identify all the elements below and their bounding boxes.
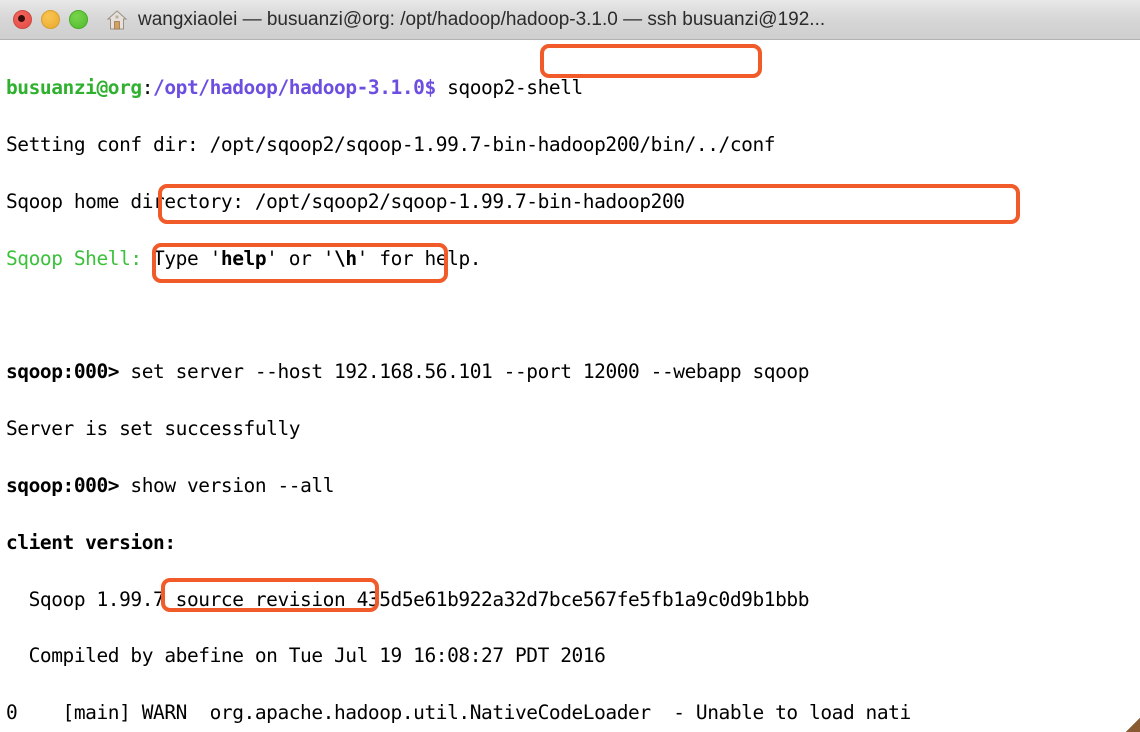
- terminal-window: wangxiaolei — busuanzi@org: /opt/hadoop/…: [0, 0, 1140, 732]
- command-sqoop2-shell: sqoop2-shell: [447, 76, 583, 100]
- terminal-line-7: Server is set successfully: [6, 417, 301, 441]
- minimize-button[interactable]: [41, 10, 60, 29]
- prompt-user-host: busuanzi@org: [6, 76, 142, 100]
- highlight-show-version: [152, 243, 448, 283]
- sqoop-prompt-1: sqoop:000>: [6, 360, 131, 384]
- terminal-blank-line-1: [6, 302, 1140, 330]
- terminal-line-show-version: sqoop:000> show version --all: [6, 472, 1140, 500]
- terminal-output: busuanzi@org:/opt/hadoop/hadoop-3.1.0$ s…: [6, 46, 1140, 732]
- terminal-line-2: Setting conf dir: /opt/sqoop2/sqoop-1.99…: [6, 133, 776, 157]
- window-title: wangxiaolei — busuanzi@org: /opt/hadoop/…: [138, 8, 826, 30]
- terminal-content[interactable]: busuanzi@org:/opt/hadoop/hadoop-3.1.0$ s…: [0, 40, 1140, 732]
- command-show-version: show version --all: [130, 473, 335, 497]
- close-button[interactable]: [13, 10, 32, 29]
- prompt-path: /opt/hadoop/hadoop-3.1.0: [153, 76, 425, 100]
- terminal-line-prompt-1: busuanzi@org:/opt/hadoop/hadoop-3.1.0$ s…: [6, 74, 1140, 102]
- resize-corner[interactable]: [1126, 718, 1140, 732]
- prompt-colon: :: [141, 76, 154, 100]
- sqoop-prompt-2: sqoop:000>: [6, 473, 131, 497]
- terminal-line-client-version: client version:: [6, 530, 176, 554]
- terminal-line-11: Compiled by abefine on Tue Jul 19 16:08:…: [6, 644, 606, 668]
- window-titlebar: wangxiaolei — busuanzi@org: /opt/hadoop/…: [0, 0, 1140, 40]
- sqoop-shell-label: Sqoop Shell:: [6, 246, 142, 270]
- prompt-dollar: $: [424, 76, 448, 100]
- highlight-set-server: [158, 184, 1020, 224]
- highlight-show-connector: [161, 578, 379, 612]
- highlight-sqoop2-shell: [540, 44, 762, 78]
- command-set-server: set server --host 192.168.56.101 --port …: [130, 360, 810, 384]
- maximize-button[interactable]: [69, 10, 88, 29]
- home-icon: [106, 9, 128, 31]
- terminal-line-12: 0 [main] WARN org.apache.hadoop.util.Nat…: [6, 701, 911, 725]
- terminal-line-set-server: sqoop:000> set server --host 192.168.56.…: [6, 358, 1140, 386]
